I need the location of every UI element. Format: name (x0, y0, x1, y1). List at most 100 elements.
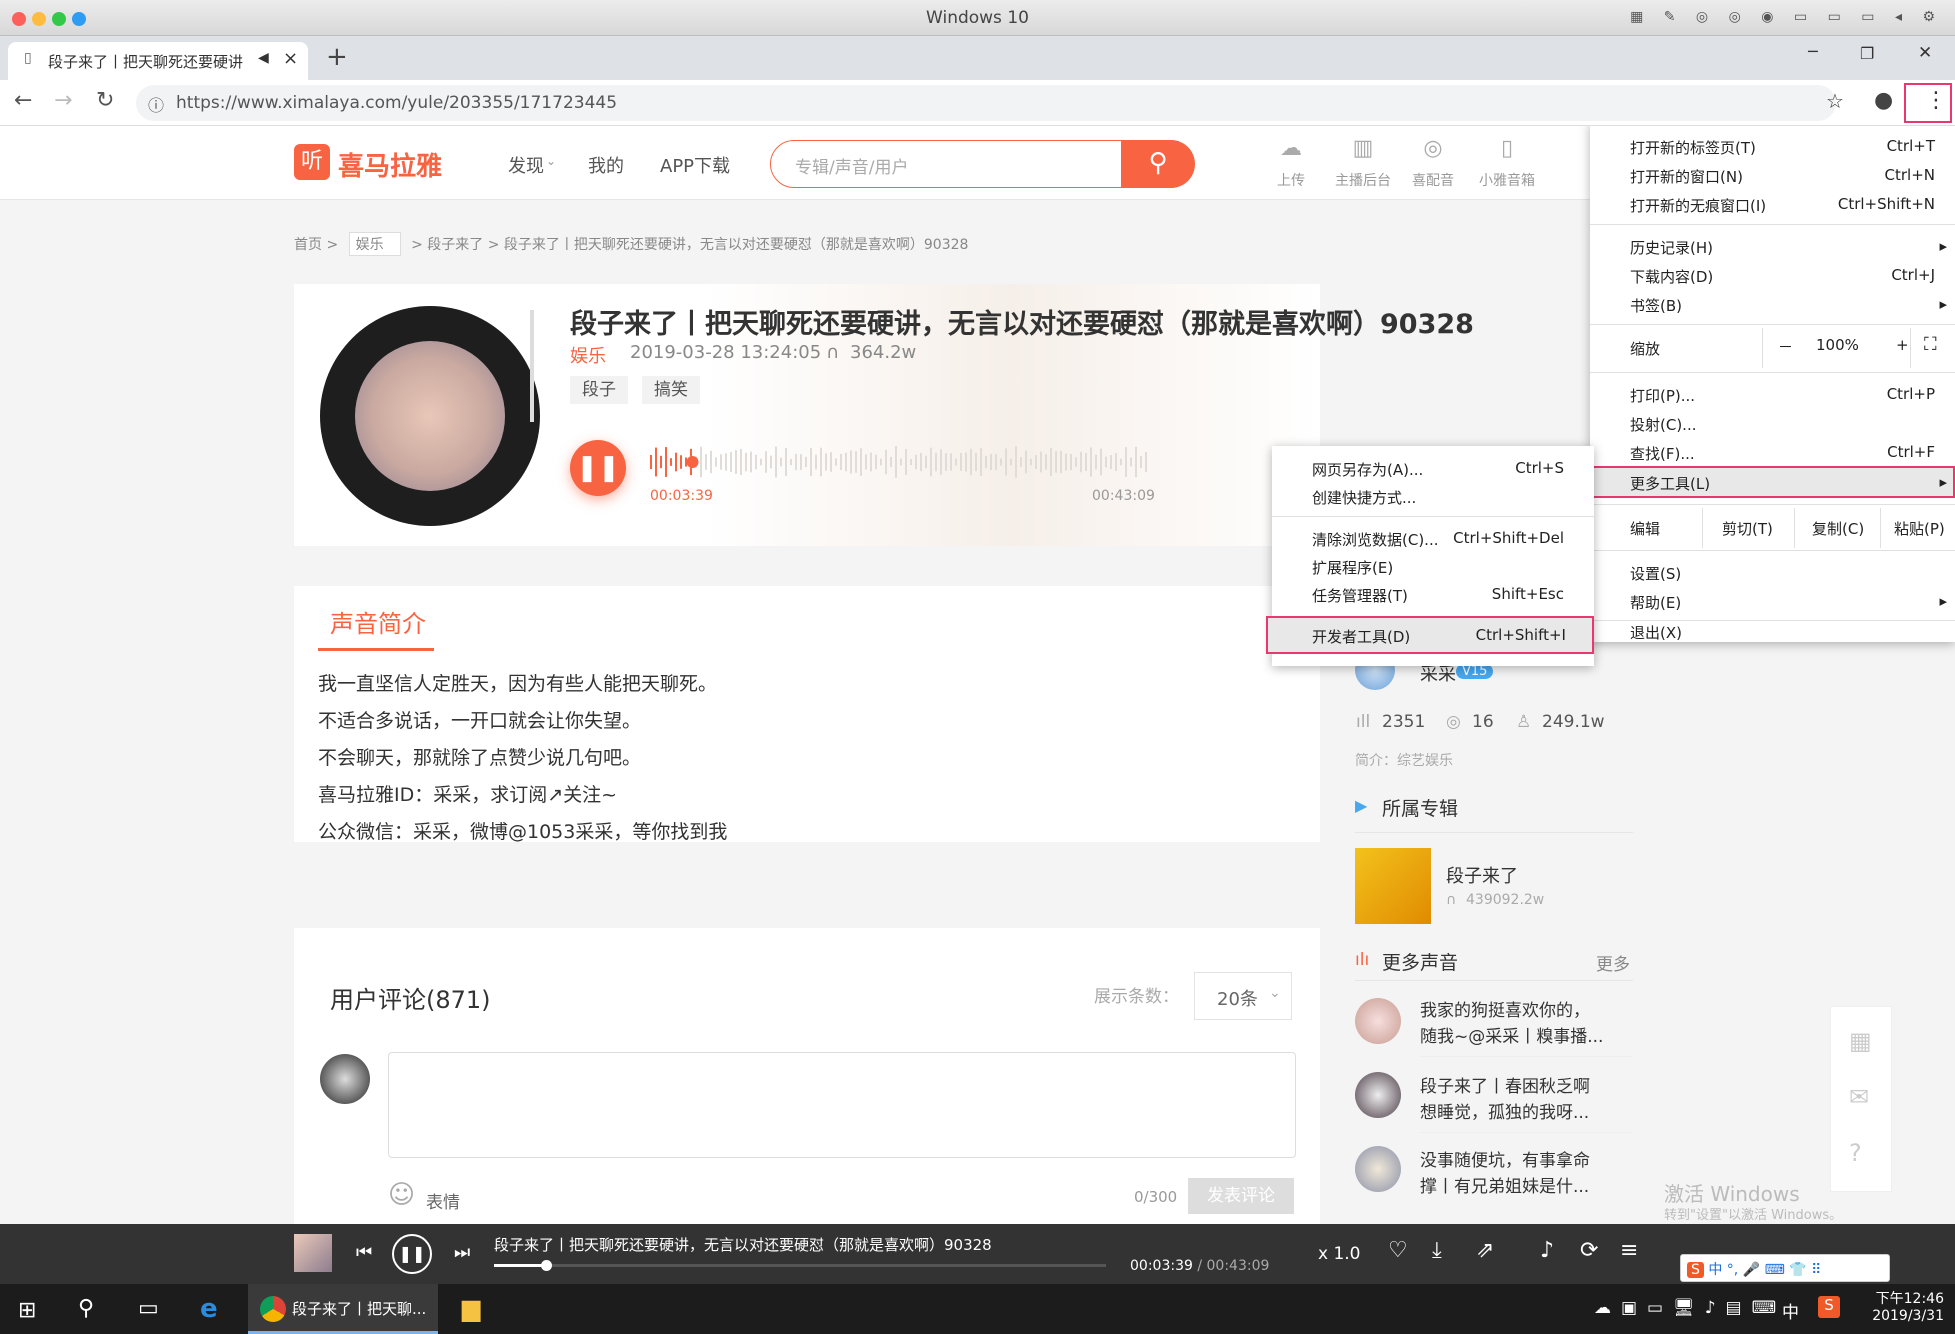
url-text[interactable]: https://www.ximalaya.com/yule/203355/171… (176, 93, 617, 113)
list-item-avatar[interactable] (1355, 998, 1401, 1044)
waveform[interactable] (650, 442, 1150, 482)
submenu-task-manager[interactable]: 任务管理器(T) Shift+Esc (1272, 580, 1594, 608)
volume-icon[interactable]: ♪ (1540, 1238, 1554, 1263)
player-pause-button[interactable]: ❚❚ (392, 1234, 432, 1274)
tag-funny[interactable]: 搞笑 (642, 376, 700, 404)
count-select[interactable]: 20条 ⌄ (1194, 972, 1292, 1020)
reload-icon[interactable]: ↻ (96, 88, 114, 113)
submit-comment-button[interactable]: 发表评论 (1188, 1178, 1294, 1214)
taskbar-chrome-app[interactable]: 段子来了丨把天聊... (248, 1284, 438, 1334)
menu-item-print[interactable]: 打印(P)... Ctrl+P (1590, 380, 1955, 408)
more-link[interactable]: 更多 (1596, 950, 1630, 975)
wechat-icon[interactable]: ✉ (1849, 1083, 1869, 1111)
menu-item-incognito[interactable]: 打开新的无痕窗口(I) Ctrl+Shift+N (1590, 190, 1955, 218)
window-maximize-button[interactable]: ❐ (1860, 44, 1874, 63)
forward-icon[interactable]: → (54, 88, 72, 113)
upload-icon[interactable]: ☁ (1268, 136, 1314, 161)
help-icon[interactable]: ? (1849, 1139, 1862, 1167)
omnibox[interactable]: ⓘ https://www.ximalaya.com/yule/203355/1… (136, 85, 1844, 121)
nav-mine[interactable]: 我的 (588, 152, 624, 178)
menu-item-settings[interactable]: 设置(S) (1590, 558, 1955, 586)
anchor-backend-label[interactable]: 主播后台 (1326, 170, 1400, 190)
speaker-device-label[interactable]: 小雅音箱 (1474, 170, 1540, 190)
loop-icon[interactable]: ⟳ (1580, 1238, 1598, 1263)
search-input[interactable]: 专辑/声音/用户 (795, 153, 908, 178)
breadcrumb-category[interactable]: 娱乐 (348, 232, 401, 256)
window-minimize-button[interactable]: ─ (1808, 42, 1818, 61)
share-icon[interactable]: ⇗ (1476, 1238, 1494, 1263)
menu-item-exit[interactable]: 退出(X) (1590, 622, 1955, 642)
pause-button[interactable]: ❚❚ (570, 440, 626, 496)
menu-item-history[interactable]: 历史记录(H) ▸ (1590, 232, 1955, 260)
window-close-button[interactable]: ✕ (1918, 43, 1932, 63)
player-progress-track[interactable] (494, 1260, 1106, 1271)
track-category[interactable]: 娱乐 (570, 342, 606, 368)
cut-button[interactable]: 剪切(T) (1722, 518, 1773, 539)
fullscreen-icon[interactable]: ⛶ (1924, 334, 1937, 355)
browser-tab[interactable]: ▯ 段子来了丨把天聊死还要硬讲 ◀︎ × (8, 42, 308, 80)
copy-button[interactable]: 复制(C) (1812, 518, 1864, 539)
speed-button[interactable]: x 1.0 (1318, 1244, 1361, 1264)
nav-app-download[interactable]: APP下载 (660, 152, 730, 178)
menu-item-help[interactable]: 帮助(E) ▸ (1590, 587, 1955, 615)
tray-icons[interactable]: ☁▣▭🖥♪▤⌨ (1594, 1298, 1786, 1318)
player-cover[interactable] (294, 1234, 332, 1272)
list-item-line2[interactable]: 撑丨有兄弟姐妹是什... (1420, 1172, 1589, 1197)
menu-item-more-tools[interactable]: 更多工具(L) ▸ (1590, 466, 1955, 498)
submenu-create-shortcut[interactable]: 创建快捷方式... (1272, 482, 1594, 510)
list-item-line2[interactable]: 随我~@采采丨糗事播... (1420, 1022, 1603, 1047)
menu-item-find[interactable]: 查找(F)... Ctrl+F (1590, 438, 1955, 466)
tag-jokes[interactable]: 段子 (570, 376, 628, 404)
player-progress-handle[interactable] (541, 1260, 553, 1271)
nav-discover[interactable]: 发现 (508, 152, 544, 178)
submenu-developer-tools[interactable]: 开发者工具(D) Ctrl+Shift+I (1266, 616, 1594, 654)
clock[interactable]: 下午12:46 2019/3/31 (1860, 1288, 1944, 1324)
kebab-menu-icon[interactable]: ⋮ (1925, 90, 1947, 112)
menu-item-cast[interactable]: 投射(C)... (1590, 409, 1955, 437)
submenu-extensions[interactable]: 扩展程序(E) (1272, 552, 1594, 580)
next-icon[interactable]: ⏭ (454, 1242, 470, 1263)
speaker-device-icon[interactable]: ▯ (1484, 136, 1530, 161)
dubbing-label[interactable]: 喜配音 (1406, 170, 1460, 190)
menu-item-bookmarks[interactable]: 书签(B) ▸ (1590, 290, 1955, 318)
task-view-icon[interactable]: ▭ (138, 1296, 159, 1321)
start-icon[interactable]: ⊞ (18, 1298, 36, 1323)
search-icon[interactable]: ⚲ (78, 1296, 94, 1321)
file-explorer-icon[interactable]: ▆ (462, 1294, 480, 1322)
anchor-backend-icon[interactable]: ▥ (1330, 136, 1396, 161)
sogou-tray-icon[interactable]: S (1818, 1296, 1840, 1318)
menu-item-new-tab[interactable]: 打开新的标签页(T) Ctrl+T (1590, 132, 1955, 160)
paste-button[interactable]: 粘贴(P) (1894, 518, 1945, 539)
profile-icon[interactable]: ● (1874, 88, 1893, 113)
playlist-icon[interactable]: ≡ (1620, 1238, 1638, 1263)
album-cover[interactable] (1355, 848, 1431, 924)
back-icon[interactable]: ← (14, 88, 32, 113)
upload-label[interactable]: 上传 (1268, 170, 1314, 190)
prev-icon[interactable]: ⏮ (356, 1242, 372, 1263)
tray-lang[interactable]: 中 (1782, 1298, 1799, 1323)
list-item-avatar[interactable] (1355, 1146, 1401, 1192)
submenu-save-page[interactable]: 网页另存为(A)... Ctrl+S (1272, 454, 1594, 482)
list-item-avatar[interactable] (1355, 1072, 1401, 1118)
download-icon[interactable]: ⤓ (1432, 1238, 1442, 1263)
emoji-icon[interactable]: ☺ (388, 1180, 415, 1210)
list-item-line2[interactable]: 想睡觉，孤独的我呀... (1420, 1098, 1589, 1123)
dubbing-icon[interactable]: ◎ (1410, 136, 1456, 161)
bookmark-star-icon[interactable]: ☆ (1826, 89, 1844, 113)
submenu-clear-data[interactable]: 清除浏览数据(C)... Ctrl+Shift+Del (1272, 524, 1594, 552)
like-icon[interactable]: ♡ (1388, 1238, 1408, 1263)
ime-toolbar[interactable]: S 中 °, 🎤 ⌨ 👕 ⠿ (1680, 1254, 1890, 1282)
new-tab-button[interactable]: + (326, 42, 348, 72)
edge-icon[interactable]: e (200, 1294, 218, 1324)
list-item-line1[interactable]: 没事随便坑，有事拿命 (1420, 1146, 1590, 1171)
logo-icon[interactable]: 听 (294, 144, 330, 180)
list-item-line1[interactable]: 我家的狗挺喜欢你的， (1420, 996, 1590, 1021)
comment-textarea[interactable] (388, 1052, 1296, 1158)
breadcrumb-rest[interactable]: > 段子来了 > 段子来了丨把天聊死还要硬讲，无言以对还要硬怼（那就是喜欢啊）9… (411, 237, 968, 253)
list-item-line1[interactable]: 段子来了丨春困秋乏啊 (1420, 1072, 1590, 1097)
tab-close-icon[interactable]: × (283, 48, 298, 69)
menu-item-downloads[interactable]: 下载内容(D) Ctrl+J (1590, 261, 1955, 289)
qrcode-icon[interactable]: ▦ (1849, 1027, 1872, 1055)
menu-item-new-window[interactable]: 打开新的窗口(N) Ctrl+N (1590, 161, 1955, 189)
search-button[interactable]: ⚲ (1121, 140, 1195, 188)
